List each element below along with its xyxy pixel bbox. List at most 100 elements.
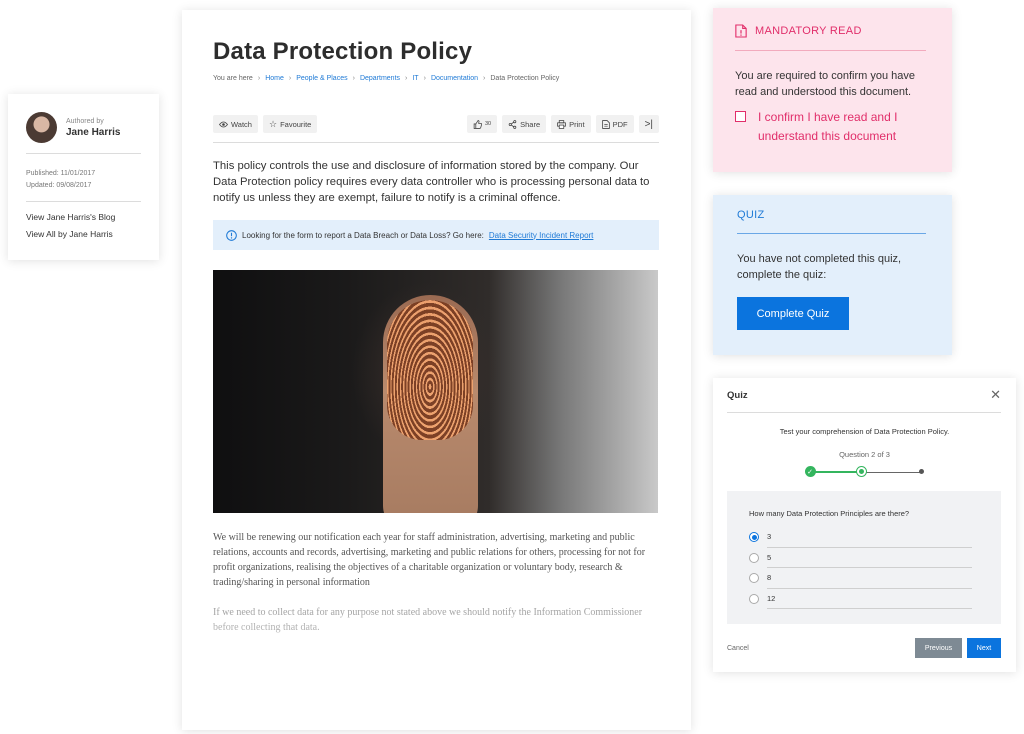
notice-text: Looking for the form to report a Data Br… [242,230,484,240]
breadcrumb: You are here › Home › People & Places › … [213,75,659,82]
confirm-read-checkbox[interactable]: I confirm I have read and I understand t… [735,108,926,146]
favourite-button[interactable]: ☆ Favourite [262,115,318,133]
quiz-dialog-title: Quiz [727,389,748,401]
breadcrumb-it[interactable]: IT [412,75,418,82]
answer-options: 3 5 8 12 [749,527,1001,609]
document-icon [735,24,747,38]
breadcrumb-documentation[interactable]: Documentation [431,75,478,82]
breadcrumb-people-places[interactable]: People & Places [296,75,347,82]
answer-option-label: 12 [767,589,972,609]
info-notice: Looking for the form to report a Data Br… [213,220,659,250]
like-count: 30 [485,121,492,127]
author-card: Authored by Jane Harris Published: 11/01… [8,94,159,260]
quiz-stepper: ✓ [804,466,925,478]
toolbar-left: Watch ☆ Favourite [213,115,318,133]
quiz-nav: Previous Next [915,638,1001,658]
previous-button[interactable]: Previous [915,638,962,658]
next-button[interactable]: Next [967,638,1001,658]
intro-text: This policy controls the use and disclos… [213,160,650,204]
chevron-bar-right-icon: >| [644,118,653,130]
incident-report-link[interactable]: Data Security Incident Report [489,231,594,240]
collapse-panel-button[interactable]: >| [638,115,659,133]
answer-option[interactable]: 5 [749,548,1001,568]
avatar [26,112,57,143]
document-panel: Data Protection Policy You are here › Ho… [182,10,691,730]
mandatory-read-title: MANDATORY READ [755,25,862,37]
mandatory-read-panel: MANDATORY READ You are required to confi… [713,8,952,172]
question-text: How many Data Protection Principles are … [749,509,910,518]
document-toolbar: Watch ☆ Favourite 30 Share Print PDF >| [213,115,659,143]
cancel-button[interactable]: Cancel [727,645,749,652]
quiz-dialog-header: Quiz ✕ [727,378,1001,413]
print-button[interactable]: Print [551,115,591,133]
confirm-read-label[interactable]: I confirm I have read and I understand t… [758,108,926,146]
chevron-right-icon: › [288,75,292,82]
view-blog-link[interactable]: View Jane Harris's Blog [26,212,141,222]
author-dates: Published: 11/01/2017 Updated: 09/08/201… [26,154,141,202]
answer-option[interactable]: 8 [749,568,1001,589]
answer-option-label: 5 [767,548,972,568]
share-label: Share [520,119,541,129]
author-name: Jane Harris [66,126,121,138]
document-icon [601,119,610,129]
quiz-intro: Test your comprehension of Data Protecti… [779,427,950,436]
share-icon [508,119,517,129]
watch-button[interactable]: Watch [213,115,258,133]
info-icon [226,229,237,241]
step-pending-icon [918,469,924,474]
published-date: Published: 11/01/2017 [26,170,96,177]
chevron-right-icon: › [352,75,355,82]
star-icon: ☆ [268,118,278,129]
printer-icon [557,119,566,129]
quiz-progress-label: Question 2 of 3 [839,450,890,459]
mandatory-read-text: You are required to confirm you have rea… [735,70,915,98]
view-all-link[interactable]: View All by Jane Harris [26,229,141,239]
favourite-label: Favourite [280,119,312,129]
radio-selected-icon[interactable] [749,532,759,543]
body-paragraph: We will be renewing our notification eac… [213,532,646,588]
close-icon[interactable]: ✕ [990,387,1001,403]
quiz-panel-title: QUIZ [737,209,926,234]
answer-option[interactable]: 12 [749,589,1001,609]
share-button[interactable]: Share [502,115,547,133]
print-label: Print [569,119,585,129]
eye-icon [219,121,228,127]
complete-quiz-button[interactable]: Complete Quiz [737,297,849,330]
body-paragraph: If we need to collect data for any purpo… [213,607,643,633]
fingerprint-image [213,270,658,513]
radio-icon[interactable] [749,593,759,604]
checkbox-icon[interactable] [735,111,746,122]
watch-label: Watch [231,119,252,129]
page-title: Data Protection Policy [213,38,473,65]
mandatory-read-header: MANDATORY READ [735,24,926,51]
author-header: Authored by Jane Harris [26,112,141,154]
breadcrumb-prefix: You are here [213,75,253,82]
author-label: Authored by [66,117,104,125]
toolbar-right: 30 Share Print PDF >| [467,115,659,133]
answer-option[interactable]: 3 [749,527,1001,548]
pdf-label: PDF [612,119,628,129]
step-current-icon [855,466,867,477]
breadcrumb-home[interactable]: Home [265,75,284,82]
chevron-right-icon: › [257,75,261,82]
chevron-right-icon: › [405,75,408,82]
breadcrumb-current: Data Protection Policy [490,75,560,82]
like-button[interactable]: 30 [467,115,498,133]
chevron-right-icon: › [423,75,426,82]
quiz-panel: QUIZ You have not completed this quiz, c… [713,195,952,355]
quiz-dialog: Quiz ✕ Test your comprehension of Data P… [713,378,1016,672]
answer-option-label: 8 [767,568,972,589]
quiz-dialog-footer: Cancel Previous Next [727,638,1001,658]
pdf-button[interactable]: PDF [595,115,634,133]
updated-date: Updated: 09/08/2017 [26,182,92,189]
quiz-panel-text: You have not completed this quiz, comple… [737,253,902,281]
answer-option-label: 3 [767,527,972,548]
step-complete-icon: ✓ [804,466,816,477]
breadcrumb-departments[interactable]: Departments [360,75,400,82]
radio-icon[interactable] [749,573,759,584]
question-box: How many Data Protection Principles are … [727,491,1001,624]
thumbs-up-icon [473,119,482,129]
fingerprint-pattern [387,300,473,440]
radio-icon[interactable] [749,552,759,563]
chevron-right-icon: › [483,75,486,82]
